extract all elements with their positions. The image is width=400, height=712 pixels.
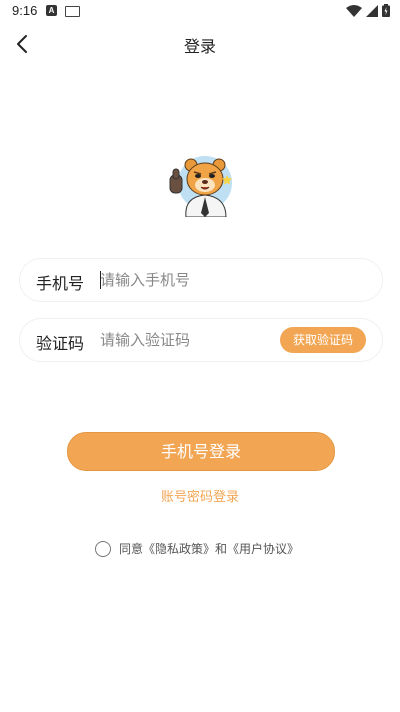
status-icons <box>346 4 390 17</box>
agree-radio[interactable] <box>95 540 111 557</box>
agreement-row: 同意 《隐私政策》 和 《用户协议》 <box>95 540 299 557</box>
user-agreement-link[interactable]: 《用户协议》 <box>227 540 299 557</box>
a-badge-icon: A <box>46 5 57 16</box>
keyboard-icon <box>65 6 80 17</box>
text-cursor <box>100 271 101 289</box>
phone-row: 手机号 <box>19 258 383 302</box>
agree-and: 和 <box>215 542 228 556</box>
page-title: 登录 <box>183 37 216 56</box>
top-bar: 登录 <box>0 24 400 64</box>
battery-icon <box>382 4 390 17</box>
phone-input[interactable] <box>100 265 270 295</box>
phone-login-button[interactable]: 手机号登录 <box>67 432 335 471</box>
wifi-icon <box>346 4 362 17</box>
phone-label: 手机号 <box>36 274 85 293</box>
privacy-policy-link[interactable]: 《隐私政策》 <box>143 540 215 557</box>
code-label: 验证码 <box>36 334 85 353</box>
get-code-button[interactable]: 获取验证码 <box>280 327 366 353</box>
mascot-avatar <box>169 156 232 217</box>
code-row: 验证码 获取验证码 <box>19 318 383 362</box>
status-bar: 9:16 A <box>0 0 400 24</box>
password-login-link[interactable]: 账号密码登录 <box>0 486 400 505</box>
agree-prefix: 同意 <box>119 542 144 556</box>
signal-icon <box>366 4 378 17</box>
status-time: 9:16 <box>12 3 38 18</box>
code-input[interactable] <box>100 325 270 355</box>
